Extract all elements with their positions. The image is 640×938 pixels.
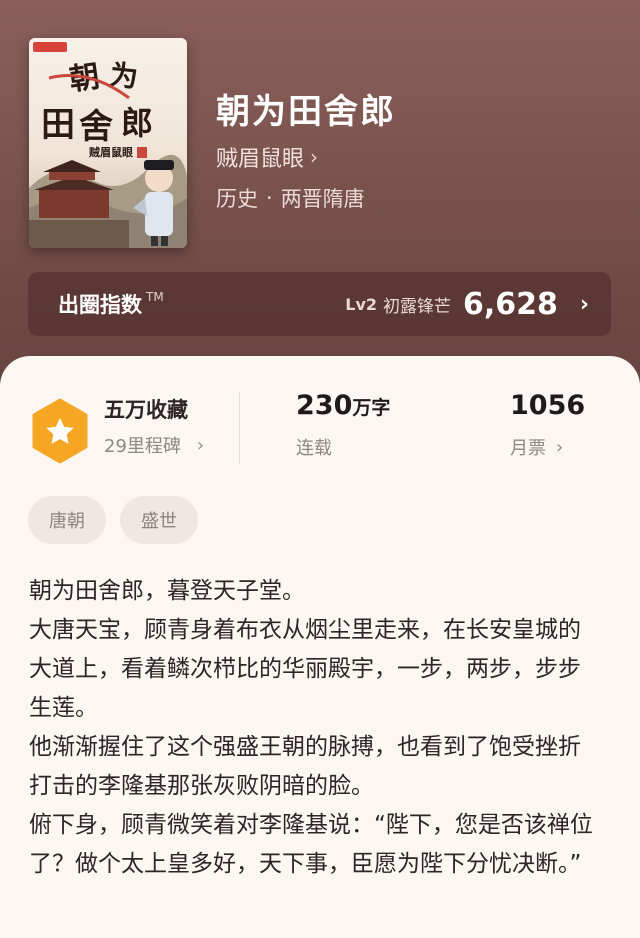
book-title: 朝为田舍郎 bbox=[216, 92, 396, 132]
svg-text:郎: 郎 bbox=[121, 104, 153, 142]
cover-illustration: 朝 为 田 舍 郎 贼眉鼠眼 bbox=[29, 38, 187, 248]
description-paragraph: 大唐天宝，顾青身着布衣从烟尘里走来，在长安皇城的大道上，看着鳞次栉比的华丽殿宇，… bbox=[29, 617, 581, 721]
book-description[interactable]: 朝为田舍郎，暮登天子堂。 大唐天宝，顾青身着布衣从烟尘里走来，在长安皇城的大道上… bbox=[29, 572, 599, 884]
word-unit: 万字 bbox=[352, 397, 391, 419]
publisher-logo bbox=[33, 42, 67, 52]
svg-text:舍: 舍 bbox=[79, 107, 113, 147]
genre-row: 历史 · 两晋隋唐 bbox=[216, 183, 365, 213]
index-level: Lv2 bbox=[345, 294, 378, 314]
author-name: 贼眉鼠眼 bbox=[216, 147, 305, 172]
chevron-right-icon: › bbox=[310, 145, 319, 169]
svg-text:田: 田 bbox=[41, 105, 75, 145]
index-rank: 初露锋芒 bbox=[383, 296, 452, 317]
monthly-votes-label: 月票 bbox=[510, 438, 546, 459]
genre-label[interactable]: 历史 bbox=[216, 183, 258, 213]
milestone-count: 29里程碑 bbox=[104, 436, 181, 457]
chevron-right-icon: › bbox=[579, 291, 589, 317]
popularity-index-bar[interactable]: 出圈指数 TM Lv2 初露锋芒 6,628 › bbox=[28, 272, 611, 336]
tag-chip[interactable]: 盛世 bbox=[120, 496, 198, 544]
book-info-card: 五万收藏 29里程碑 › 230万字 连载 1056 月票 › 唐朝 盛世 朝为… bbox=[0, 356, 640, 938]
stats-row: 五万收藏 29里程碑 › 230万字 连载 1056 月票 › bbox=[0, 390, 640, 482]
tag-chip[interactable]: 唐朝 bbox=[28, 496, 106, 544]
trademark-mark: TM bbox=[146, 290, 164, 304]
chevron-right-icon: › bbox=[556, 436, 564, 458]
index-value: 6,628 bbox=[463, 286, 558, 322]
book-header: 朝 为 田 舍 郎 贼眉鼠眼 朝为田舍郎 贼眉鼠眼 › 历史 · 两晋隋唐 出圈… bbox=[0, 0, 640, 400]
stats-divider bbox=[239, 392, 240, 464]
description-paragraph: 他渐渐握住了这个强盛王朝的脉搏，也看到了饱受挫折打击的李隆基那张灰败阴暗的脸。 bbox=[29, 734, 581, 799]
collection-milestone-title[interactable]: 五万收藏 bbox=[104, 394, 188, 424]
tag-list: 唐朝 盛世 bbox=[28, 496, 198, 544]
description-paragraph: 朝为田舍郎，暮登天子堂。 bbox=[29, 578, 305, 604]
index-label: 出圈指数 bbox=[58, 293, 142, 317]
cover-author: 贼眉鼠眼 bbox=[88, 145, 133, 159]
author-link[interactable]: 贼眉鼠眼 › bbox=[216, 141, 318, 173]
word-count: 230万字 bbox=[296, 390, 391, 421]
star-badge-icon bbox=[32, 398, 88, 464]
description-paragraph: 俯下身，顾青微笑着对李隆基说：“陛下，您是否该禅位了？做个太上皇多好，天下事，臣… bbox=[29, 812, 593, 877]
serial-status: 连载 bbox=[296, 438, 332, 459]
monthly-votes-link[interactable]: 月票 › bbox=[510, 434, 563, 460]
subgenre-label[interactable]: 两晋隋唐 bbox=[281, 183, 365, 213]
chevron-right-icon: › bbox=[196, 434, 205, 456]
collection-milestone-link[interactable]: 29里程碑 › bbox=[104, 432, 204, 458]
book-cover[interactable]: 朝 为 田 舍 郎 贼眉鼠眼 bbox=[29, 38, 187, 248]
monthly-votes-count: 1056 bbox=[510, 390, 586, 421]
genre-separator: · bbox=[266, 186, 273, 210]
